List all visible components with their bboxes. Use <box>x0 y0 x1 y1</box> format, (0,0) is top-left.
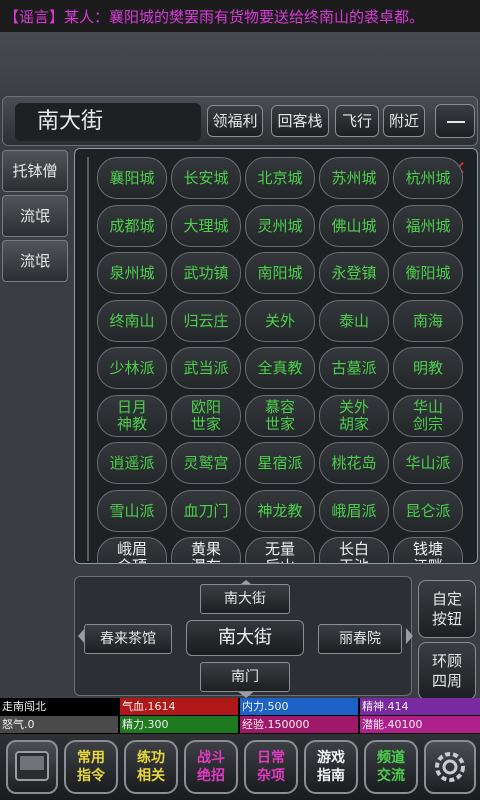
exit-west[interactable]: 春来茶馆 <box>84 624 172 654</box>
destination-9[interactable]: 福州城 <box>393 204 463 247</box>
destination-30[interactable]: 逍遥派 <box>97 442 167 484</box>
daily-misc-button[interactable]: 日常 杂项 <box>244 740 298 794</box>
stats-panel: 走南闯北 气血.1614 内力.500 精神.414 怒气.0 精力.300 经… <box>0 698 480 734</box>
rumor-bar: 【谣言】某人：襄阳城的樊罢雨有货物要送给终南山的裘卓都。 <box>0 0 480 32</box>
stat-exp: 经验.150000 <box>240 716 358 733</box>
nearby-button[interactable]: 附近 <box>383 105 425 137</box>
game-guide-button[interactable]: 游戏 指南 <box>304 740 358 794</box>
destination-28[interactable]: 关外 胡家 <box>319 394 389 437</box>
npc-thug-1[interactable]: 流氓 <box>2 195 68 237</box>
daily-misc-label: 日常 杂项 <box>257 750 285 784</box>
welfare-button[interactable]: 领福利 <box>207 105 263 137</box>
settings-gear-icon[interactable] <box>424 740 476 794</box>
destination-34[interactable]: 华山派 <box>393 442 463 484</box>
destination-27[interactable]: 慕容 世家 <box>245 394 315 437</box>
channel-chat-label: 频道 交流 <box>377 750 405 784</box>
game-guide-label: 游戏 指南 <box>317 750 345 784</box>
destination-11[interactable]: 武功镇 <box>171 252 241 294</box>
destination-21[interactable]: 武当派 <box>171 347 241 389</box>
custom-button[interactable]: 自定 按钮 <box>418 580 476 638</box>
travel-map-panel: ✕ 襄阳城长安城北京城苏州城杭州城成都城大理城灵州城佛山城福州城泉州城武功镇南阳… <box>74 148 478 564</box>
destination-20[interactable]: 少林派 <box>97 347 167 389</box>
destination-12[interactable]: 南阳城 <box>245 252 315 294</box>
stat-mp: 内力.500 <box>240 698 358 715</box>
destination-0[interactable]: 襄阳城 <box>97 157 167 199</box>
channel-chat-button[interactable]: 频道 交流 <box>364 740 418 794</box>
destination-15[interactable]: 终南山 <box>97 299 167 342</box>
destination-33[interactable]: 桃花岛 <box>319 442 389 484</box>
fly-button[interactable]: 飞行 <box>335 105 379 137</box>
destination-42[interactable]: 无量 后山 <box>245 537 315 563</box>
destination-17[interactable]: 关外 <box>245 299 315 342</box>
destination-29[interactable]: 华山 剑宗 <box>393 394 463 437</box>
destination-41[interactable]: 黄果 瀑布 <box>171 537 241 563</box>
npc-thug-2[interactable]: 流氓 <box>2 240 68 282</box>
training-button[interactable]: 练功 相关 <box>124 740 178 794</box>
npc-monk[interactable]: 托钵僧 <box>2 150 68 192</box>
return-inn-button[interactable]: 回客栈 <box>271 105 329 137</box>
destination-32[interactable]: 星宿派 <box>245 442 315 484</box>
stat-energy: 精力.300 <box>120 716 238 733</box>
exit-north[interactable]: 南大街 <box>200 584 290 614</box>
destination-7[interactable]: 灵州城 <box>245 204 315 247</box>
destination-43[interactable]: 长白 天池 <box>319 537 389 563</box>
destination-5[interactable]: 成都城 <box>97 204 167 247</box>
destination-31[interactable]: 灵鹫宫 <box>171 442 241 484</box>
destination-38[interactable]: 峨眉派 <box>319 489 389 532</box>
exit-south[interactable]: 南门 <box>200 662 290 692</box>
stat-potential: 潜能.40100 <box>360 716 480 733</box>
common-commands-label: 常用 指令 <box>77 750 105 784</box>
training-label: 练功 相关 <box>137 750 165 784</box>
current-location: 南大街 <box>186 620 304 656</box>
location-title: 南大街 <box>15 103 201 141</box>
destination-36[interactable]: 血刀门 <box>171 489 241 532</box>
east-arrow-icon <box>406 628 413 644</box>
combat-skills-button[interactable]: 战斗 绝招 <box>184 740 238 794</box>
destination-37[interactable]: 神龙教 <box>245 489 315 532</box>
destination-1[interactable]: 长安城 <box>171 157 241 199</box>
destination-13[interactable]: 永登镇 <box>319 252 389 294</box>
exit-east[interactable]: 丽春院 <box>318 624 402 654</box>
destination-35[interactable]: 雪山派 <box>97 489 167 532</box>
stat-spirit: 精神.414 <box>360 698 480 715</box>
top-area <box>0 32 480 94</box>
destination-10[interactable]: 泉州城 <box>97 252 167 294</box>
destination-4[interactable]: 杭州城 <box>393 157 463 199</box>
destination-25[interactable]: 日月 神教 <box>97 394 167 437</box>
destination-8[interactable]: 佛山城 <box>319 204 389 247</box>
minus-icon <box>447 121 465 123</box>
avatar-icon[interactable] <box>6 740 58 794</box>
destination-6[interactable]: 大理城 <box>171 204 241 247</box>
destination-39[interactable]: 昆仑派 <box>393 489 463 532</box>
bottom-menu-bar: 常用 指令 练功 相关 战斗 绝招 日常 杂项 游戏 指南 频道 交流 <box>0 734 480 800</box>
destination-22[interactable]: 全真教 <box>245 347 315 389</box>
stat-rage: 怒气.0 <box>0 716 118 733</box>
location-bar: 南大街 领福利 回客栈 飞行 附近 <box>2 96 478 146</box>
destination-26[interactable]: 欧阳 世家 <box>171 394 241 437</box>
stat-hp: 气血.1614 <box>120 698 238 715</box>
destination-2[interactable]: 北京城 <box>245 157 315 199</box>
destination-18[interactable]: 泰山 <box>319 299 389 342</box>
stat-title: 走南闯北 <box>0 698 118 715</box>
collapse-button[interactable] <box>435 104 475 138</box>
common-commands-button[interactable]: 常用 指令 <box>64 740 118 794</box>
destination-40[interactable]: 峨眉 金顶 <box>97 537 167 563</box>
destination-14[interactable]: 衡阳城 <box>393 252 463 294</box>
destination-16[interactable]: 归云庄 <box>171 299 241 342</box>
destination-19[interactable]: 南海 <box>393 299 463 342</box>
destination-23[interactable]: 古墓派 <box>319 347 389 389</box>
destination-24[interactable]: 明教 <box>393 347 463 389</box>
destination-44[interactable]: 钱塘 江畔 <box>393 537 463 563</box>
combat-skills-label: 战斗 绝招 <box>197 750 225 784</box>
destination-3[interactable]: 苏州城 <box>319 157 389 199</box>
look-around-button[interactable]: 环顾 四周 <box>418 642 476 700</box>
